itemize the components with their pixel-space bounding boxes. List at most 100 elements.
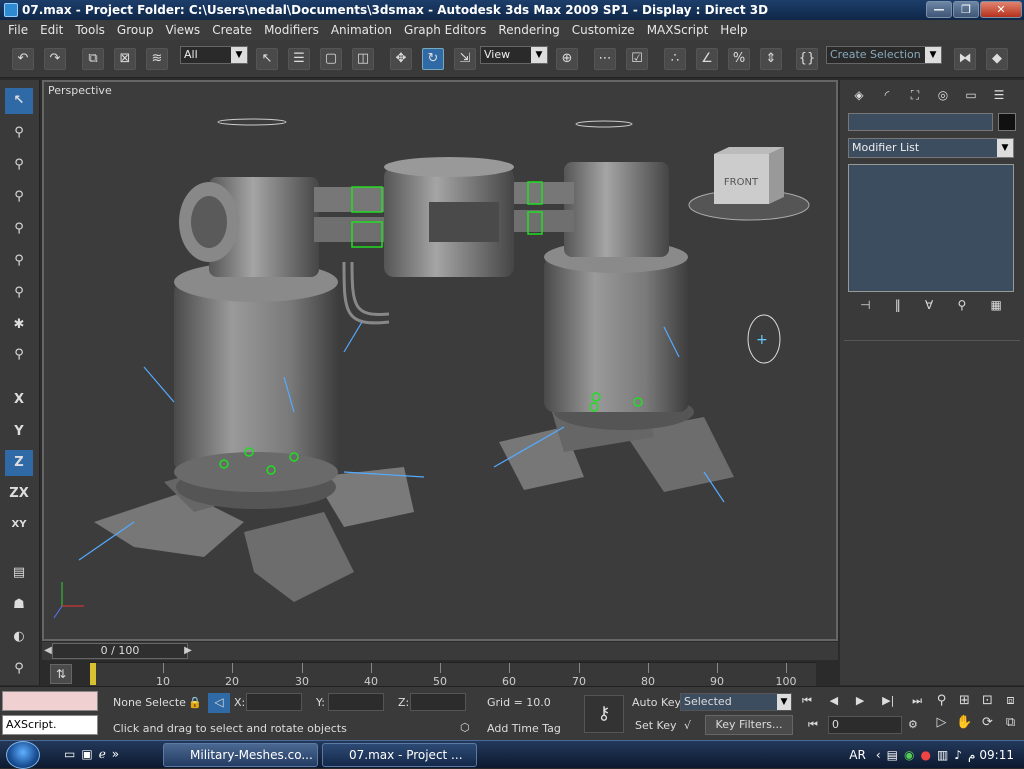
tool-icon-2[interactable]: ⚲ — [5, 152, 33, 178]
percent-snap-icon[interactable]: % — [728, 48, 750, 70]
mirror-icon[interactable]: ⧓ — [954, 48, 976, 70]
track-bar[interactable]: 10 20 30 40 50 60 70 80 90 100 — [90, 662, 816, 688]
keyboard-shortcut-toggle-icon[interactable]: ☑ — [626, 48, 648, 70]
restore-button[interactable]: ❐ — [953, 1, 979, 18]
close-button[interactable]: ✕ — [980, 1, 1022, 18]
tool-icon-4[interactable]: ⚲ — [5, 216, 33, 242]
menu-rendering[interactable]: Rendering — [492, 23, 565, 37]
go-to-end-icon[interactable]: ⏭ — [912, 694, 922, 712]
move-icon[interactable]: ✥ — [390, 48, 412, 70]
z-coordinate-field[interactable] — [410, 693, 466, 711]
remove-modifier-icon[interactable]: ⚲ — [957, 298, 966, 320]
time-slider-thumb[interactable]: 0 / 100 — [52, 643, 188, 659]
select-by-name-icon[interactable]: ☰ — [288, 48, 310, 70]
show-desktop-icon[interactable]: ▭ — [64, 747, 75, 763]
zoom-extents-all-icon[interactable]: ⧈ — [999, 693, 1022, 715]
time-slider[interactable]: ◀ 0 / 100 ▶ — [42, 642, 838, 660]
align-icon[interactable]: ◆ — [986, 48, 1008, 70]
constrain-x-button[interactable]: X — [5, 387, 33, 413]
language-indicator[interactable]: AR — [849, 748, 866, 762]
constrain-z-button[interactable]: Z — [5, 450, 33, 476]
time-tag-icon[interactable]: ⬡ — [460, 721, 470, 734]
play-icon[interactable]: ▶ — [856, 694, 864, 712]
select-object-icon[interactable]: ↖ — [256, 48, 278, 70]
unlink-icon[interactable]: ⊠ — [114, 48, 136, 70]
field-of-view-icon[interactable]: ▷ — [930, 715, 953, 737]
create-tab-icon[interactable]: ◈ — [848, 84, 870, 106]
modifier-list-dropdown[interactable]: Modifier List ▼ — [848, 138, 1014, 158]
tool-icon-7[interactable]: ✱ — [5, 312, 33, 338]
configure-modifier-sets-icon[interactable]: ▦ — [991, 298, 1002, 320]
tool-icon-9[interactable]: ▤ — [5, 560, 33, 586]
next-frame-icon[interactable]: ▶| — [882, 694, 894, 712]
taskbar-item-3dsmax[interactable]: 07.max - Project ... — [322, 743, 477, 767]
time-configuration-icon[interactable]: ⚙ — [908, 718, 918, 731]
tool-icon-6[interactable]: ⚲ — [5, 280, 33, 306]
clock-time[interactable]: 09:11 — [979, 748, 1014, 762]
tool-icon-11[interactable]: ◐ — [5, 624, 33, 650]
curve-editor-icon[interactable]: ⇅ — [50, 664, 72, 684]
key-filters-button[interactable]: Key Filters... — [705, 715, 793, 735]
pin-stack-icon[interactable]: ⊣ — [860, 298, 870, 320]
named-selection-dropdown[interactable]: Create Selection Se ▼ — [826, 46, 942, 64]
constrain-xy-button[interactable]: XY — [5, 512, 33, 538]
tool-icon-8[interactable]: ⚲ — [5, 342, 33, 368]
tool-icon-3[interactable]: ⚲ — [5, 184, 33, 210]
current-frame-field[interactable]: 0 — [828, 716, 902, 734]
menu-file[interactable]: File — [2, 23, 34, 37]
menu-tools[interactable]: Tools — [69, 23, 111, 37]
bind-space-warp-icon[interactable]: ≋ — [146, 48, 168, 70]
absolute-mode-icon[interactable]: ◁ — [208, 693, 230, 713]
set-key-button[interactable]: Set Key — [635, 719, 677, 732]
reference-coordinate-dropdown[interactable]: View ▼ — [480, 46, 548, 64]
key-mode-toggle-icon[interactable]: ⏮ — [808, 718, 818, 732]
constrain-y-button[interactable]: Y — [5, 419, 33, 445]
redo-icon[interactable]: ↷ — [44, 48, 66, 70]
select-link-icon[interactable]: ⧉ — [82, 48, 104, 70]
edit-named-selections-icon[interactable]: {} — [796, 48, 818, 70]
add-time-tag-button[interactable]: Add Time Tag — [487, 722, 561, 735]
lock-selection-icon[interactable]: 🔒 — [188, 696, 202, 709]
perspective-viewport[interactable]: Perspective FRONT + — [42, 80, 838, 641]
modifier-stack[interactable] — [848, 164, 1014, 292]
tool-icon-12[interactable]: ⚲ — [5, 656, 33, 682]
motion-tab-icon[interactable]: ◎ — [932, 84, 954, 106]
tray-shield-icon[interactable]: ◉ — [904, 748, 914, 762]
menu-maxscript[interactable]: MAXScript — [641, 23, 715, 37]
quick-launch-more-icon[interactable]: » — [112, 747, 119, 763]
x-coordinate-field[interactable] — [246, 693, 302, 711]
tray-alert-icon[interactable]: ● — [920, 748, 930, 762]
maximize-viewport-icon[interactable]: ⧉ — [999, 715, 1022, 737]
make-unique-icon[interactable]: ∀ — [925, 298, 933, 320]
key-mode-dropdown[interactable]: Selected ▼ — [680, 693, 792, 711]
object-color-swatch[interactable] — [998, 113, 1016, 131]
key-icon[interactable]: ⚷ — [584, 695, 624, 733]
snaps-toggle-icon[interactable]: ∴ — [664, 48, 686, 70]
minimize-button[interactable]: — — [926, 1, 952, 18]
menu-graph-editors[interactable]: Graph Editors — [398, 23, 492, 37]
scale-icon[interactable]: ⇲ — [454, 48, 476, 70]
tool-icon-1[interactable]: ⚲ — [5, 120, 33, 146]
menu-views[interactable]: Views — [159, 23, 206, 37]
zoom-icon[interactable]: ⚲ — [930, 693, 953, 715]
maxscript-input[interactable]: AXScript. — [2, 715, 98, 735]
menu-group[interactable]: Group — [111, 23, 160, 37]
display-tab-icon[interactable]: ▭ — [960, 84, 982, 106]
select-icon[interactable]: ↖ — [5, 88, 33, 114]
start-button-icon[interactable] — [6, 741, 40, 769]
menu-create[interactable]: Create — [206, 23, 258, 37]
angle-snap-icon[interactable]: ∠ — [696, 48, 718, 70]
tool-icon-5[interactable]: ⚲ — [5, 248, 33, 274]
previous-frame-icon[interactable]: ◀ — [830, 694, 838, 712]
object-name-field[interactable] — [848, 113, 993, 131]
chevron-right-icon[interactable]: ▶ — [182, 643, 194, 659]
zoom-all-icon[interactable]: ⊞ — [953, 693, 976, 715]
pan-icon[interactable]: ✋ — [953, 715, 976, 737]
pivot-center-icon[interactable]: ⊕ — [556, 48, 578, 70]
zoom-extents-icon[interactable]: ⊡ — [976, 693, 999, 715]
network-icon[interactable]: ▥ — [937, 748, 948, 762]
internet-explorer-icon[interactable]: ℯ — [99, 747, 106, 763]
undo-icon[interactable]: ↶ — [12, 48, 34, 70]
tray-app-icon[interactable]: ▤ — [887, 748, 898, 762]
auto-key-button[interactable]: Auto Key — [632, 696, 681, 709]
